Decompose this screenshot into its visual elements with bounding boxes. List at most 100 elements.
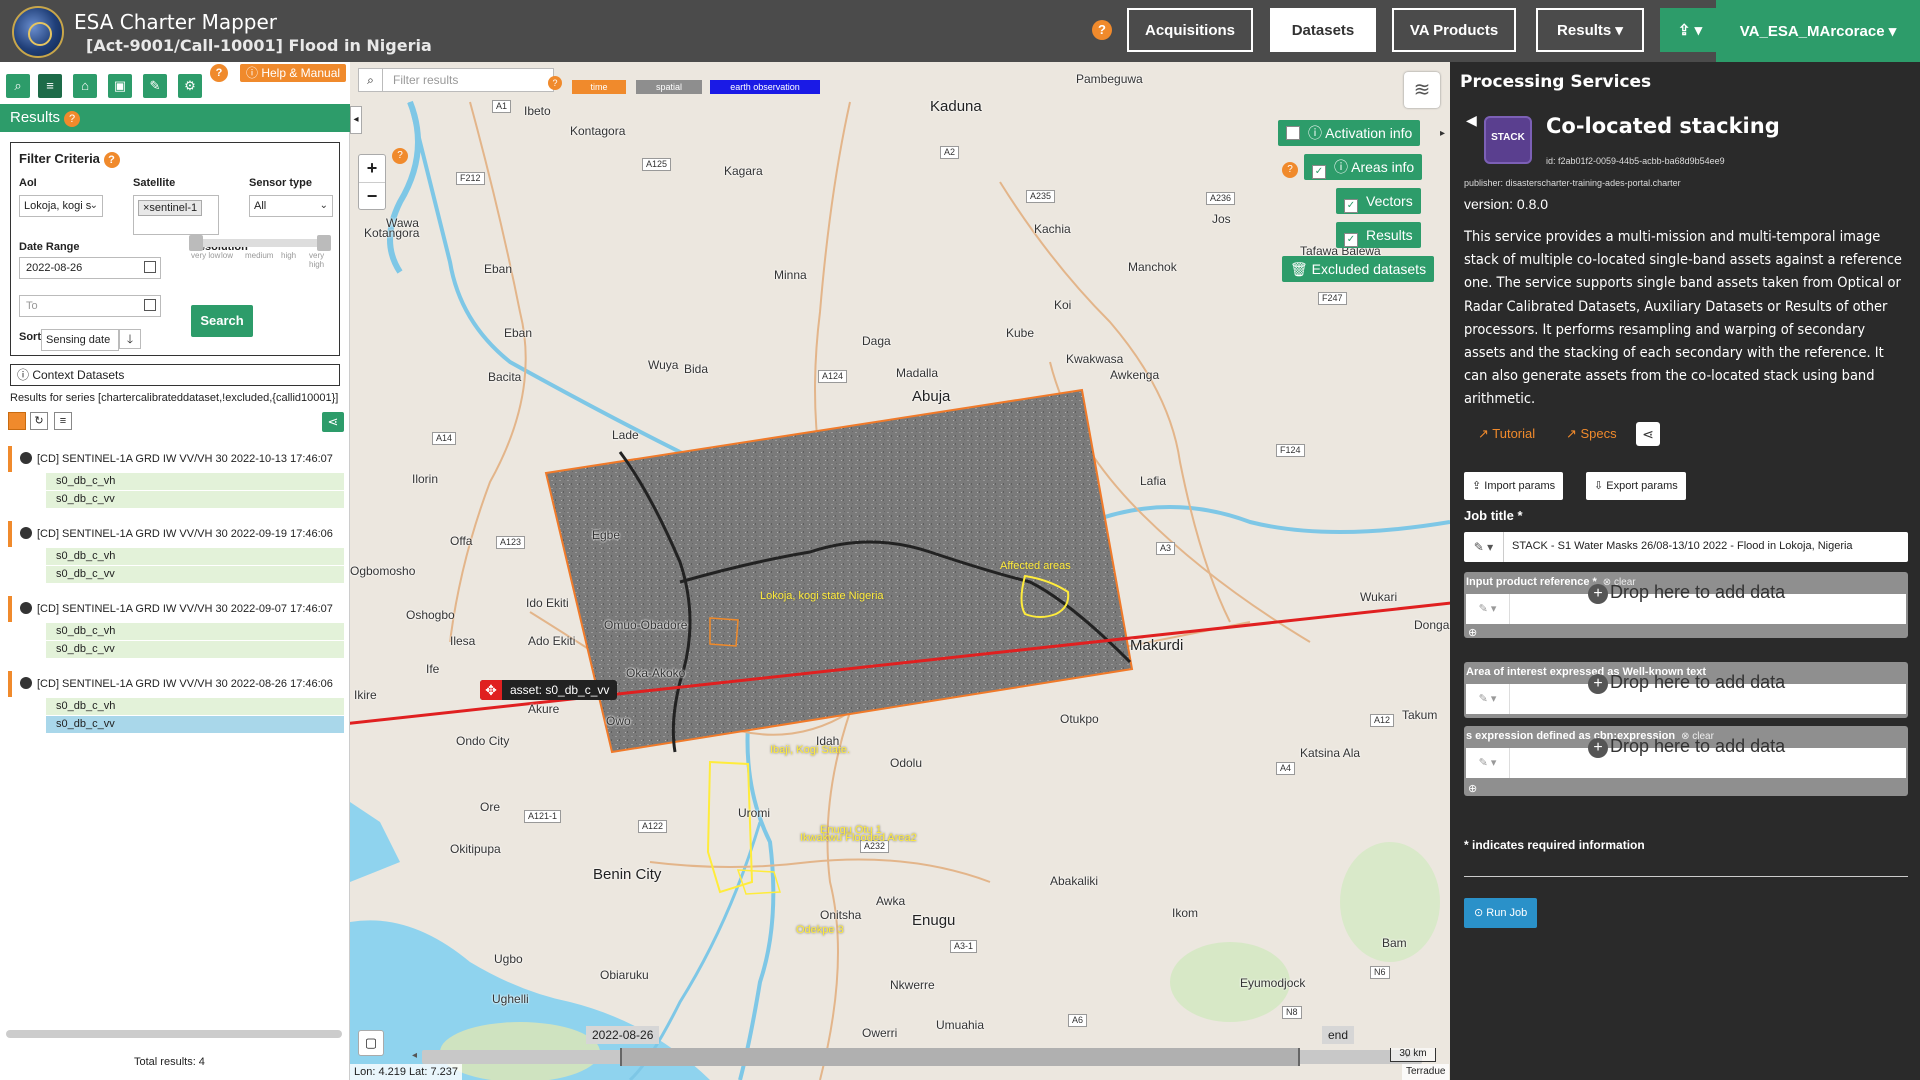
aoi-annotation[interactable]: Odekpe 3 <box>796 924 844 936</box>
filter-results-input[interactable]: ⌕ Filter results <box>358 68 554 92</box>
checkbox-checked-icon[interactable]: ✓ <box>1344 233 1358 247</box>
help-icon[interactable]: ? <box>64 111 81 127</box>
run-job-button[interactable]: ⊙ Run Job <box>1464 898 1538 928</box>
dataset-title[interactable]: [CD] SENTINEL-1A GRD IW VV/VH 30 2022-10… <box>8 446 344 472</box>
timeline-slider[interactable]: ◂ 2022-08-26 end ▸ <box>412 1026 1450 1080</box>
map-view[interactable]: Kaduna Abuja Makurdi Enugu Benin City On… <box>350 62 1450 1080</box>
sensor-type-select[interactable]: All ⌄ <box>249 195 333 217</box>
import-params-button[interactable]: ⇪ Import params <box>1464 472 1564 500</box>
dataset-title[interactable]: [CD] SENTINEL-1A GRD IW VV/VH 30 2022-09… <box>8 521 344 547</box>
search-button[interactable]: Search <box>191 305 253 337</box>
help-manual-button[interactable]: ⓘ Help & Manual <box>240 64 347 82</box>
collapse-left-panel-icon[interactable]: ◂ <box>350 106 362 134</box>
gear-icon[interactable]: ⚙ <box>178 74 202 98</box>
nav-va-products-button[interactable]: VA Products <box>1392 8 1516 52</box>
activation-info-toggle[interactable]: ⓘ Activation info <box>1278 120 1421 146</box>
aoi-annotation[interactable]: Affected areas <box>1000 560 1071 572</box>
asset-item[interactable]: s0_db_c_vh <box>46 548 344 565</box>
help-icon[interactable]: ? <box>392 148 408 164</box>
results-toggle[interactable]: ✓ Results <box>1336 222 1421 248</box>
slider-handle-min[interactable] <box>189 235 203 251</box>
select-all-checkbox[interactable] <box>8 412 26 430</box>
help-icon[interactable]: ? <box>103 152 120 168</box>
earth-observation-chip[interactable]: earth observation <box>710 80 820 94</box>
share-icon[interactable]: ⋖ <box>1636 422 1660 446</box>
dataset-item[interactable]: [CD] SENTINEL-1A GRD IW VV/VH 30 2022-10… <box>8 446 344 508</box>
aoi-select[interactable]: Lokoja, kogi s ⌄ <box>19 195 103 217</box>
help-icon[interactable]: ? <box>548 76 562 90</box>
date-from-input[interactable]: 2022-08-26 <box>19 257 161 279</box>
checkbox-checked-icon[interactable]: ✓ <box>1344 199 1358 213</box>
export-params-button[interactable]: ⇩ Export params <box>1586 472 1686 500</box>
menu-icon[interactable]: ≡ <box>54 412 72 430</box>
dataset-title[interactable]: [CD] SENTINEL-1A GRD IW VV/VH 30 2022-09… <box>8 596 344 622</box>
horizontal-scrollbar[interactable] <box>6 1030 342 1038</box>
job-title-input[interactable]: ✎ ▾ STACK - S1 Water Masks 26/08-13/10 2… <box>1464 532 1908 562</box>
nav-results-dropdown[interactable]: Results ▾ <box>1536 8 1644 52</box>
pencil-icon[interactable]: ✎ <box>143 74 167 98</box>
asset-item[interactable]: s0_db_c_vh <box>46 473 344 490</box>
dataset-title[interactable]: [CD] SENTINEL-1A GRD IW VV/VH 30 2022-08… <box>8 671 344 697</box>
magic-wand-icon[interactable]: ✎ ▾ <box>1466 594 1510 624</box>
dataset-item[interactable]: [CD] SENTINEL-1A GRD IW VV/VH 30 2022-08… <box>8 671 344 733</box>
cbn-expression-param[interactable]: s expression defined as cbn:expression ⊗ … <box>1464 726 1908 796</box>
slider-handle-max[interactable] <box>317 235 331 251</box>
asset-item[interactable]: s0_db_c_vh <box>46 698 344 715</box>
user-menu[interactable]: VA_ESA_MArcorace ▾ <box>1716 0 1920 62</box>
layers-icon[interactable]: ≋ <box>1404 72 1440 108</box>
asset-item-selected[interactable]: s0_db_c_vv <box>46 716 344 733</box>
timeline-selection[interactable] <box>620 1048 1300 1066</box>
vectors-toggle[interactable]: ✓ Vectors <box>1336 188 1421 214</box>
map-attribution[interactable]: Terradue <box>1402 1064 1450 1080</box>
spatial-chip[interactable]: spatial <box>636 80 702 94</box>
aoi-annotation[interactable]: Ibaji, Kogi State. <box>770 744 850 756</box>
calendar-icon[interactable] <box>144 261 156 273</box>
satellite-tag[interactable]: ×sentinel-1 <box>138 200 203 216</box>
date-to-input[interactable]: To <box>19 295 161 317</box>
dragged-asset-label[interactable]: ✥ asset: s0_db_c_vv <box>480 680 618 700</box>
help-icon[interactable]: ? <box>210 64 228 82</box>
sort-select[interactable]: Sensing date <box>41 329 119 351</box>
satellite-multiselect[interactable]: ×sentinel-1 <box>133 195 219 235</box>
resolution-slider[interactable] <box>189 235 331 251</box>
upload-dropdown[interactable]: ⇪ ▾ <box>1660 8 1720 52</box>
archive-icon[interactable]: ▣ <box>108 74 132 98</box>
help-icon[interactable]: ? <box>1092 20 1112 40</box>
charter-logo[interactable] <box>12 6 64 58</box>
nav-acquisitions-button[interactable]: Acquisitions <box>1127 8 1253 52</box>
share-icon[interactable]: ⋖ <box>322 412 344 432</box>
basket-icon[interactable]: ⌂ <box>73 74 97 98</box>
asset-item[interactable]: s0_db_c_vv <box>46 641 344 658</box>
aoi-annotation[interactable]: Lokoja, kogi state Nigeria <box>760 590 884 602</box>
magic-wand-icon[interactable]: ✎ ▾ <box>1466 684 1510 714</box>
tutorial-link[interactable]: ↗ Tutorial <box>1478 426 1535 442</box>
help-icon[interactable]: ? <box>1282 162 1298 178</box>
dataset-item[interactable]: [CD] SENTINEL-1A GRD IW VV/VH 30 2022-09… <box>8 521 344 583</box>
asset-item[interactable]: s0_db_c_vh <box>46 623 344 640</box>
overview-map-icon[interactable]: ▢ <box>358 1030 384 1056</box>
magic-wand-icon[interactable]: ✎ ▾ <box>1466 748 1510 778</box>
input-product-reference-param[interactable]: Input product reference * ⊗ clear ✎ ▾ + Dr… <box>1464 572 1908 639</box>
context-datasets-header[interactable]: ⓘ Context Datasets <box>10 364 340 386</box>
add-item-icon[interactable]: ⊕ <box>1468 626 1477 639</box>
checkbox-icon[interactable] <box>1286 126 1300 140</box>
nav-datasets-button[interactable]: Datasets <box>1270 8 1376 52</box>
area-of-interest-param[interactable]: Area of interest expressed as Well-known… <box>1464 662 1908 718</box>
aoi-annotation[interactable]: Ikwakwu Flooded Area2 <box>800 832 917 844</box>
asset-item[interactable]: s0_db_c_vv <box>46 566 344 583</box>
back-icon[interactable]: ◀ <box>1466 112 1477 129</box>
sort-direction-icon[interactable]: 🡓 <box>119 329 141 349</box>
zoom-in-button[interactable]: + <box>359 155 385 182</box>
specs-link[interactable]: ↗ Specs <box>1566 426 1617 442</box>
zoom-out-button[interactable]: − <box>359 182 385 209</box>
areas-info-toggle[interactable]: ✓ ⓘ Areas info <box>1304 154 1423 180</box>
collapse-right-panel-icon[interactable]: ▸ <box>1440 120 1450 148</box>
excluded-datasets-button[interactable]: 🗑 Excluded datasets <box>1282 256 1435 282</box>
search-icon[interactable]: ⌕ <box>6 74 30 98</box>
calendar-icon[interactable] <box>144 299 156 311</box>
dataset-item[interactable]: [CD] SENTINEL-1A GRD IW VV/VH 30 2022-09… <box>8 596 344 658</box>
add-item-icon[interactable]: ⊕ <box>1468 782 1477 795</box>
checkbox-checked-icon[interactable]: ✓ <box>1312 165 1326 179</box>
list-icon[interactable]: ≡ <box>38 74 62 98</box>
magic-wand-icon[interactable]: ✎ ▾ <box>1464 532 1504 562</box>
